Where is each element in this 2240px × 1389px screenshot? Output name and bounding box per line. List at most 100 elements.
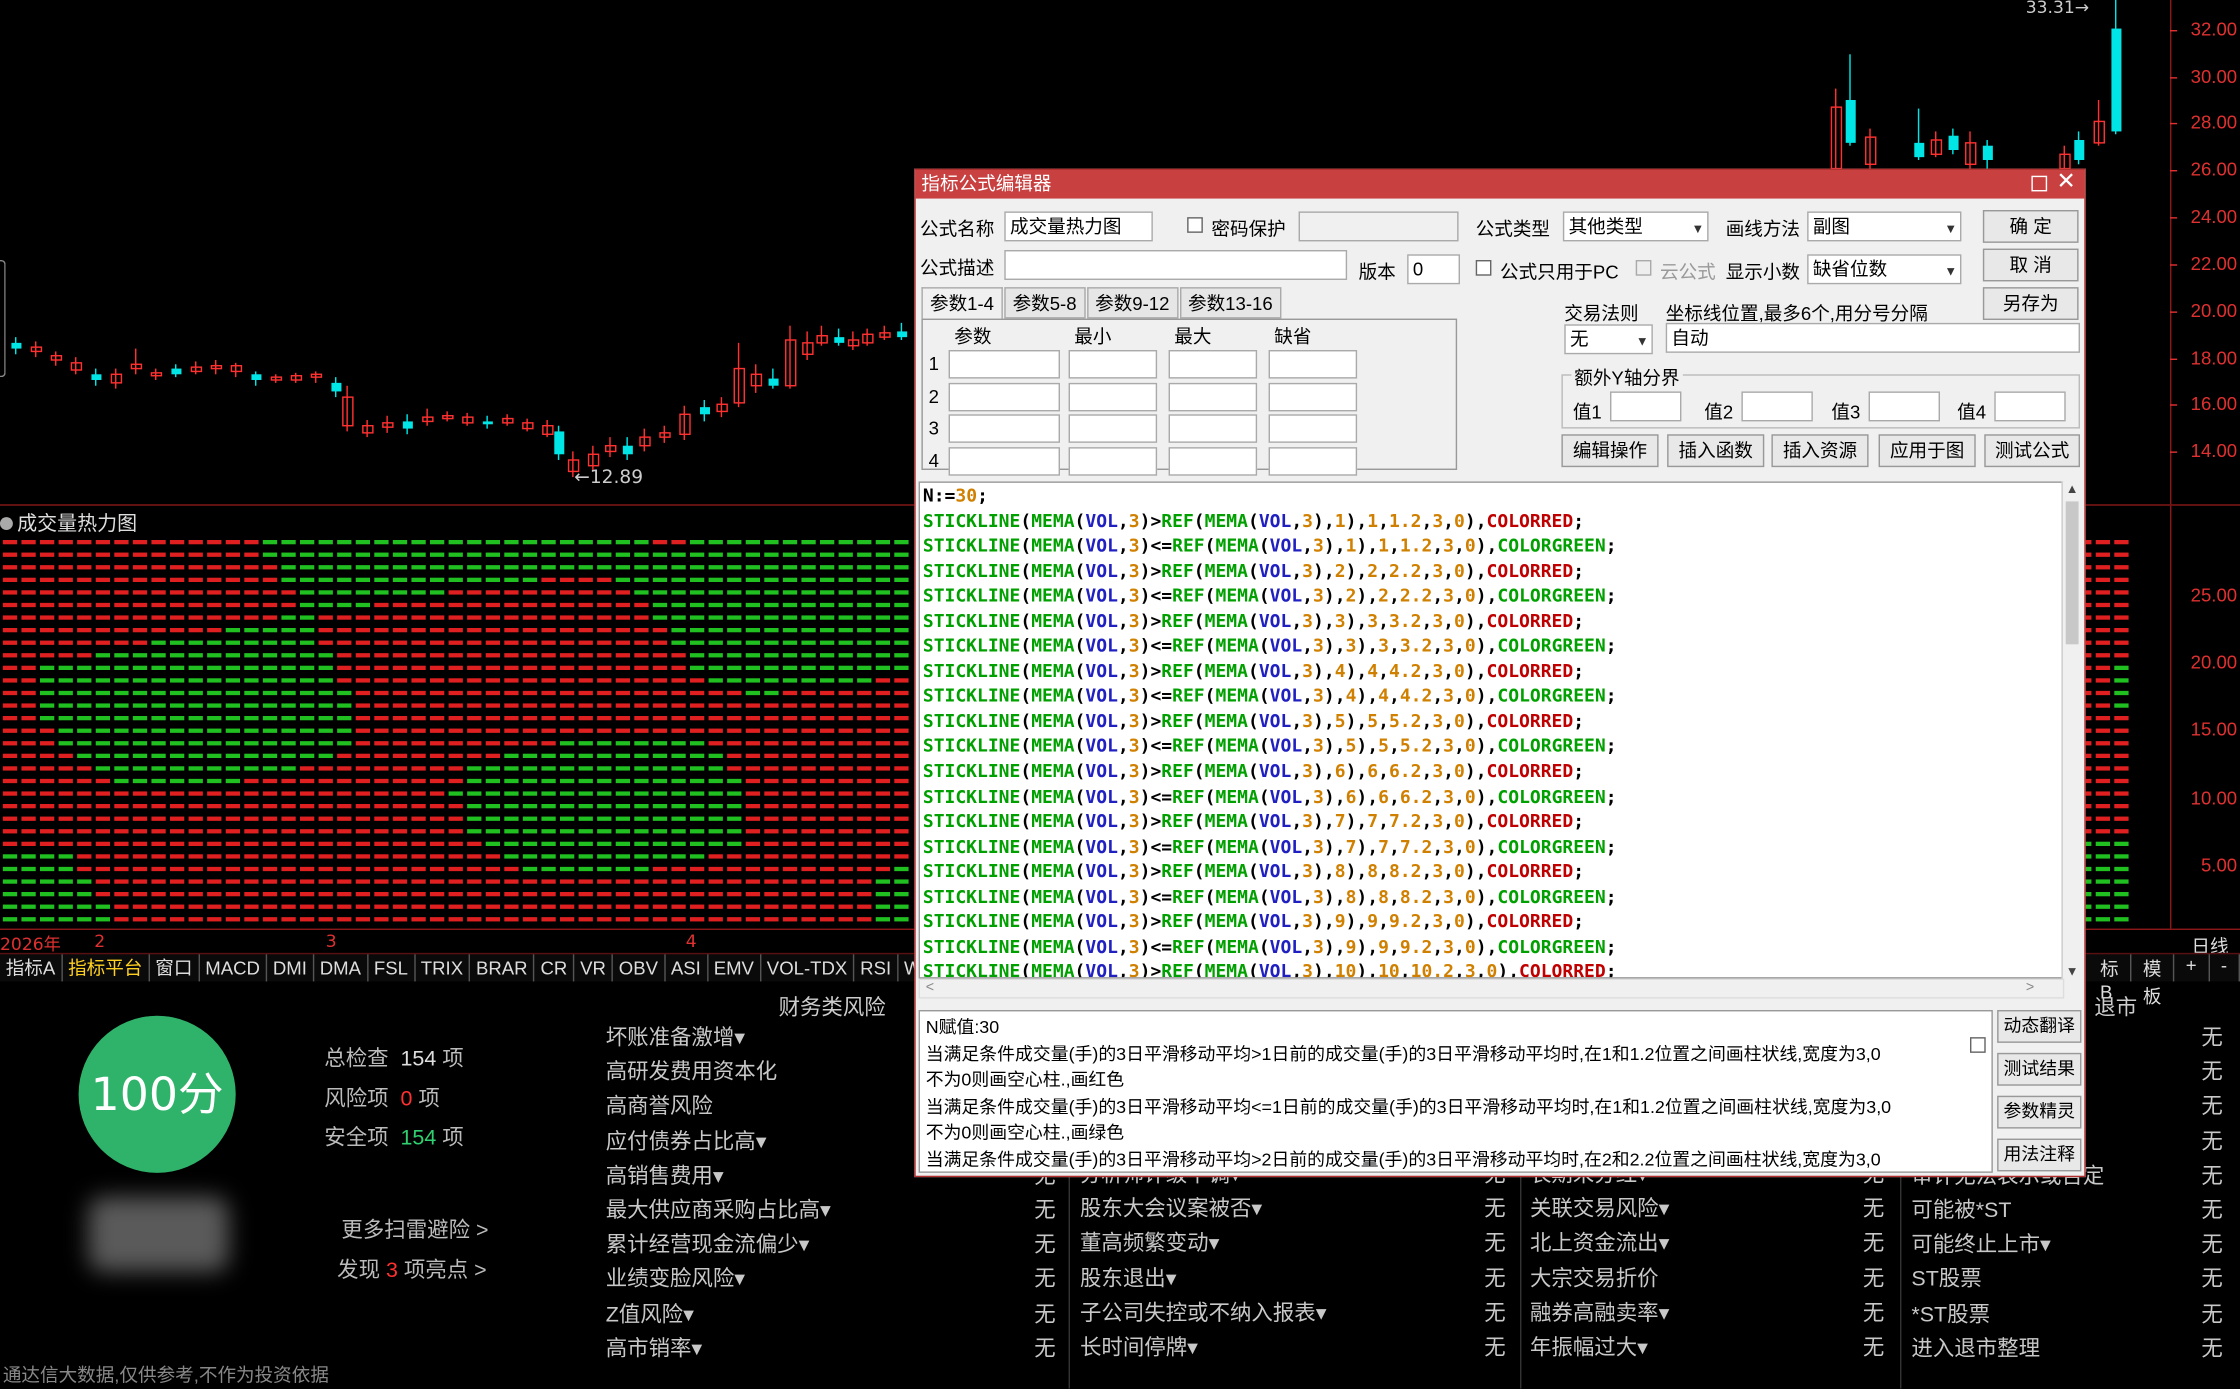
dialog-action-button[interactable]: 编辑操作 [1561, 434, 1659, 468]
close-icon[interactable]: ✕ [2057, 169, 2076, 198]
param-cell-input[interactable] [1268, 414, 1358, 443]
indicator-tab[interactable]: DMA [314, 954, 369, 982]
desc-checkbox[interactable] [1969, 1037, 1986, 1053]
risk-item[interactable]: 进入退市整理无 [1911, 1332, 2222, 1367]
dialog-action-button[interactable]: 应用于图 [1878, 434, 1976, 468]
side-action-button[interactable]: 测试结果 [1997, 1052, 2082, 1086]
indicator-tab[interactable]: 窗口 [150, 954, 200, 982]
scroll-thumb[interactable] [2065, 501, 2079, 645]
formula-code-editor[interactable]: N:=30; STICKLINE(MEMA(VOL,3)>REF(MEMA(VOL… [918, 481, 2065, 979]
password-checkbox[interactable] [1187, 217, 1203, 233]
indicator-tab[interactable]: MACD [200, 954, 268, 982]
param-cell-input[interactable] [948, 349, 1060, 379]
risk-item[interactable]: *ST股票无 [1911, 1298, 2222, 1333]
password-input[interactable] [1298, 211, 1459, 242]
param-cell-input[interactable] [1068, 446, 1158, 475]
indicator-tab-right[interactable]: 模 板 [2131, 954, 2175, 1007]
dialog-action-button[interactable]: 插入函数 [1667, 434, 1765, 468]
risk-item[interactable]: 累计经营现金流偏少▾ 无 [606, 1229, 1056, 1264]
formula-name-input[interactable]: 成交量热力图 [1004, 211, 1153, 242]
version-input[interactable]: 0 [1407, 254, 1460, 285]
risk-item[interactable]: 长时间停牌▾ 无 [1080, 1331, 1506, 1366]
param-cell-input[interactable] [1068, 349, 1158, 379]
indicator-tab[interactable]: BRAR [470, 954, 535, 982]
indicator-tab[interactable]: VOL-TDX [761, 954, 855, 982]
param-cell-input[interactable] [1068, 414, 1158, 443]
indicator-tab[interactable]: EMV [708, 954, 762, 982]
risk-item[interactable]: 可能被*ST 无 [1911, 1194, 2222, 1229]
save-as-button[interactable]: 另存为 [1982, 287, 2079, 320]
risk-item[interactable]: 可能终止上市▾ 无 [1911, 1229, 2222, 1264]
y-value-input[interactable] [1609, 391, 1682, 422]
risk-item[interactable]: 业绩变脸风险▾ 无 [606, 1263, 1056, 1298]
indicator-tab[interactable]: ASI [665, 954, 708, 982]
risk-item[interactable]: 股东退出▾ 无 [1080, 1262, 1506, 1297]
maximize-icon[interactable] [2031, 175, 2048, 192]
param-cell-input[interactable] [1168, 349, 1258, 379]
param-tab[interactable]: 参数13-16 [1179, 287, 1282, 319]
param-cell-input[interactable] [1168, 414, 1258, 443]
y-value-input[interactable] [1994, 391, 2066, 422]
indicator-tab[interactable]: RSI [854, 954, 899, 982]
coord-input[interactable]: 自动 [1665, 322, 2080, 353]
formula-type-select[interactable]: 其他类型 ▼ [1562, 211, 1709, 242]
param-cell-input[interactable] [948, 414, 1060, 443]
indicator-tab-right[interactable]: 标B [2089, 954, 2132, 1003]
code-horizontal-scrollbar[interactable]: < > [918, 978, 2065, 999]
trade-rule-select[interactable]: 无 ▼ [1564, 324, 1653, 355]
side-action-button[interactable]: 参数精灵 [1997, 1095, 2082, 1129]
indicator-tab[interactable]: DMI [267, 954, 315, 982]
more-scan-link[interactable]: 更多扫雷避险 > [341, 1214, 488, 1244]
param-tab[interactable]: 参数5-8 [1003, 287, 1086, 319]
risk-item[interactable]: ST股票无 [1911, 1263, 2222, 1298]
param-cell-input[interactable] [1268, 349, 1358, 379]
y-value-input[interactable] [1868, 391, 1940, 422]
indicator-tab[interactable]: 指标A [0, 954, 63, 982]
indicator-tab[interactable]: TRIX [415, 954, 471, 982]
indicator-tab-right[interactable]: - [2210, 954, 2240, 982]
param-cell-input[interactable] [1268, 446, 1358, 475]
scroll-down-icon[interactable]: ▼ [2066, 964, 2079, 978]
param-tab[interactable]: 参数1-4 [921, 287, 1003, 319]
risk-item[interactable]: 最大供应商采购占比高▾ 无 [606, 1194, 1056, 1229]
risk-item[interactable]: 高市销率▾ 无 [606, 1332, 1056, 1367]
pc-only-checkbox[interactable] [1475, 259, 1492, 276]
dialog-action-button[interactable]: 插入资源 [1771, 434, 1869, 468]
scroll-up-icon[interactable]: ▲ [2066, 481, 2079, 495]
scroll-right-icon[interactable]: > [2026, 980, 2034, 996]
dialog-titlebar[interactable]: 指标公式编辑器 ✕ [915, 169, 2085, 199]
scroll-left-icon[interactable]: < [926, 980, 934, 996]
risk-item[interactable]: 北上资金流出▾ 无 [1530, 1228, 1884, 1263]
score-circle[interactable]: 100分 [78, 1015, 236, 1173]
draw-method-select[interactable]: 副图 ▼ [1807, 211, 1962, 242]
param-cell-input[interactable] [948, 382, 1060, 411]
cancel-button[interactable]: 取 消 [1982, 248, 2079, 282]
decimals-select[interactable]: 缺省位数 ▼ [1807, 254, 1962, 285]
indicator-tab[interactable]: FSL [368, 954, 416, 982]
param-cell-input[interactable] [948, 446, 1060, 475]
risk-item[interactable]: 子公司失控或不纳入报表▾ 无 [1080, 1297, 1506, 1332]
chart-left-handle[interactable] [0, 259, 6, 378]
risk-item[interactable]: Z值风险▾ 无 [606, 1298, 1056, 1333]
description-input[interactable] [1004, 249, 1348, 280]
cloud-checkbox[interactable] [1635, 259, 1652, 276]
param-cell-input[interactable] [1268, 382, 1358, 411]
param-cell-input[interactable] [1168, 446, 1258, 475]
risk-item[interactable]: 年振幅过大▾ 无 [1530, 1331, 1884, 1366]
code-vertical-scrollbar[interactable]: ▲ ▼ [2061, 481, 2082, 979]
indicator-tab[interactable]: VR [574, 954, 614, 982]
param-tab[interactable]: 参数9-12 [1086, 287, 1179, 319]
risk-item[interactable]: 融券高融卖率▾ 无 [1530, 1297, 1884, 1332]
risk-item[interactable]: 董高频繁变动▾ 无 [1080, 1228, 1506, 1263]
y-value-input[interactable] [1741, 391, 1813, 422]
param-cell-input[interactable] [1068, 382, 1158, 411]
ok-button[interactable]: 确 定 [1982, 209, 2079, 243]
dialog-action-button[interactable]: 测试公式 [1984, 434, 2080, 468]
risk-item[interactable]: 股东大会议案被否▾ 无 [1080, 1193, 1506, 1228]
indicator-tab[interactable]: CR [535, 954, 575, 982]
side-action-button[interactable]: 动态翻译 [1997, 1009, 2082, 1043]
risk-item[interactable]: 关联交易风险▾ 无 [1530, 1193, 1884, 1228]
indicator-tab[interactable]: 指标平台 [62, 954, 150, 982]
indicator-tab[interactable]: OBV [613, 954, 666, 982]
indicator-tab-right[interactable]: + [2174, 954, 2210, 982]
